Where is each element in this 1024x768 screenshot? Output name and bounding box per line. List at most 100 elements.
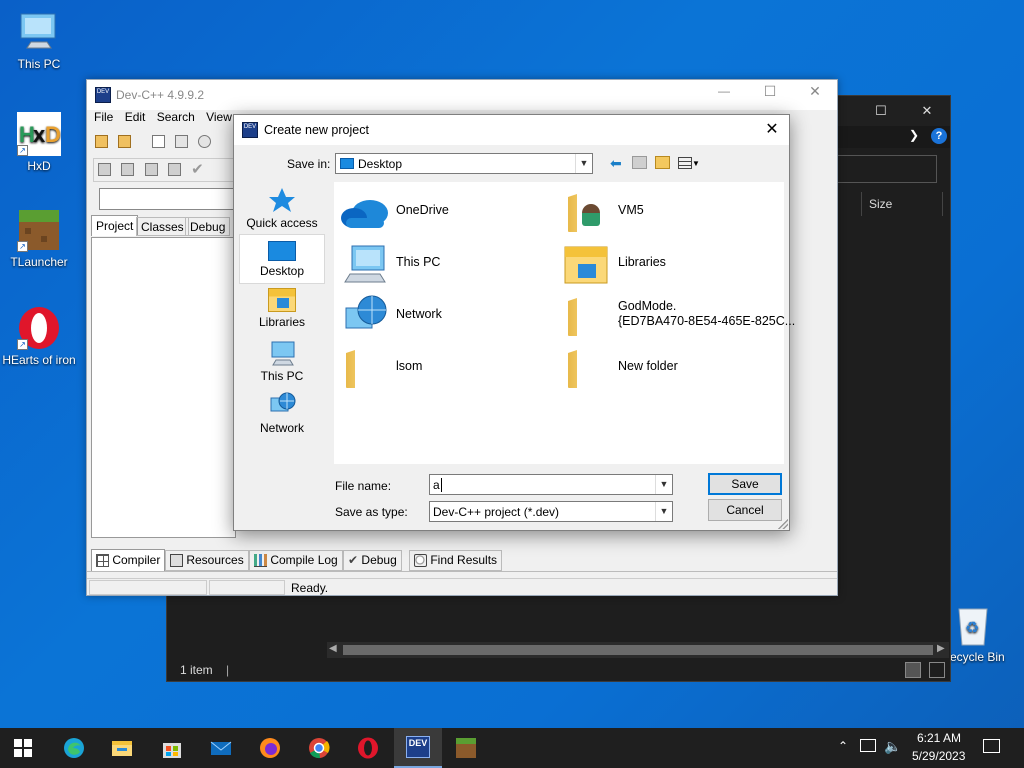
save-in-combo[interactable]: Desktop ▼ xyxy=(335,153,593,174)
tab-compile-log[interactable]: Compile Log xyxy=(249,550,343,571)
menu-view[interactable]: View xyxy=(206,110,232,124)
chevron-down-icon[interactable]: ▼ xyxy=(655,475,672,494)
back-arrow-icon[interactable]: ⬅ xyxy=(610,155,622,172)
desktop-icon-hearts-of-iron[interactable]: ↗ HEarts of iron xyxy=(1,306,77,367)
tab-label: Find Results xyxy=(430,553,498,567)
taskbar-store[interactable] xyxy=(148,728,196,768)
clock-time[interactable]: 6:21 AM xyxy=(917,731,961,745)
volume-muted-icon[interactable]: 🔈 xyxy=(884,738,901,755)
details-view-icon[interactable] xyxy=(905,662,921,678)
file-list[interactable]: OneDrive VM5 This PC Libraries Network G… xyxy=(334,182,795,464)
explorer-close-button[interactable]: ✕ xyxy=(904,96,950,126)
taskbar-firefox[interactable] xyxy=(246,728,294,768)
tiles-view-icon[interactable] xyxy=(929,662,945,678)
explorer-maximize-button[interactable]: ☐ xyxy=(858,96,904,126)
taskbar-chrome[interactable] xyxy=(295,728,343,768)
menu-file[interactable]: File xyxy=(94,110,113,124)
file-item-godmode[interactable]: GodMode. {ED7BA470-8E54-465E-825C... xyxy=(560,292,795,340)
menu-search[interactable]: Search xyxy=(157,110,195,124)
check-icon[interactable]: ✔ xyxy=(187,159,207,179)
menu-edit[interactable]: Edit xyxy=(125,110,146,124)
maximize-button[interactable]: ☐ xyxy=(755,83,785,100)
file-item-new-folder[interactable]: New folder xyxy=(560,344,780,392)
user-avatar-icon xyxy=(582,204,600,226)
tab-debug-bottom[interactable]: ✔ Debug xyxy=(343,550,402,571)
chevron-down-icon[interactable]: ▼ xyxy=(575,154,592,173)
start-button[interactable] xyxy=(0,728,48,768)
dialog-close-button[interactable]: ✕ xyxy=(760,119,784,139)
devcpp-class-combo[interactable] xyxy=(99,188,239,210)
tab-compiler[interactable]: Compiler xyxy=(91,549,166,571)
svg-text:♻: ♻ xyxy=(965,620,979,637)
find-icon xyxy=(414,554,427,568)
taskbar-edge[interactable] xyxy=(50,728,98,768)
file-item-this-pc[interactable]: This PC xyxy=(338,240,558,288)
places-network[interactable]: Network xyxy=(239,392,325,442)
desktop-icon-tlauncher[interactable]: ↗ TLauncher xyxy=(1,208,77,269)
tab-debug[interactable]: Debug xyxy=(185,217,231,236)
chevron-down-icon[interactable]: ❯ xyxy=(909,128,919,142)
desktop-icon-hxd[interactable]: HxD ↗ HxD xyxy=(1,112,77,173)
check-icon: ✔ xyxy=(348,553,359,567)
file-item-libraries[interactable]: Libraries xyxy=(560,240,780,288)
save-icon[interactable] xyxy=(171,131,191,151)
stop-icon[interactable] xyxy=(141,159,161,179)
tab-classes[interactable]: Classes xyxy=(136,217,189,236)
grid-icon[interactable] xyxy=(94,159,114,179)
gear-icon[interactable] xyxy=(194,131,214,151)
open-file-icon[interactable] xyxy=(114,131,134,151)
file-item-label: Libraries xyxy=(618,255,666,269)
file-item-network[interactable]: Network xyxy=(338,292,558,340)
taskbar-tlauncher[interactable] xyxy=(442,728,490,768)
file-item-label: This PC xyxy=(396,255,441,269)
devcpp-title: Dev-C++ 4.9.9.2 xyxy=(116,88,205,102)
taskbar-file-explorer[interactable] xyxy=(98,728,146,768)
chevron-down-icon[interactable]: ▼ xyxy=(655,502,672,521)
project-tree-panel[interactable] xyxy=(91,237,236,538)
taskbar-devcpp[interactable]: DEV xyxy=(394,728,442,768)
up-folder-icon[interactable] xyxy=(632,156,647,169)
new-folder-icon[interactable] xyxy=(655,156,670,169)
places-quick-access[interactable]: Quick access xyxy=(239,185,325,235)
resize-grip-icon[interactable] xyxy=(778,519,788,529)
taskbar-opera[interactable] xyxy=(344,728,392,768)
tab-project[interactable]: Project xyxy=(91,215,139,236)
open-project-icon[interactable] xyxy=(91,131,111,151)
tab-find-results[interactable]: Find Results xyxy=(409,550,503,571)
tab-resources[interactable]: Resources xyxy=(165,550,249,571)
column-header-size[interactable]: Size xyxy=(861,192,943,216)
chevron-up-icon[interactable]: ⌃ xyxy=(838,739,848,753)
taskbar: DEV ⌃ 🔈 6:21 AM 5/29/2023 xyxy=(0,728,1024,768)
desktop-icon-this-pc[interactable]: This PC xyxy=(1,10,77,71)
scroll-left-icon[interactable]: ◀ xyxy=(329,643,337,654)
places-this-pc[interactable]: This PC xyxy=(239,340,325,390)
horizontal-scrollbar[interactable]: ◀ ▶ xyxy=(327,642,949,658)
tab-label: Resources xyxy=(186,553,244,567)
help-icon[interactable]: ? xyxy=(931,128,947,144)
clock-date[interactable]: 5/29/2023 xyxy=(912,749,965,763)
cancel-button[interactable]: Cancel xyxy=(708,499,782,521)
view-menu-icon[interactable]: ▼ xyxy=(678,155,704,169)
close-button[interactable]: ✕ xyxy=(800,83,830,100)
this-pc-icon xyxy=(17,10,61,54)
save-button[interactable]: Save xyxy=(708,473,782,495)
file-item-lsom[interactable]: lsom xyxy=(338,344,558,392)
folder-icon xyxy=(346,350,355,388)
places-desktop[interactable]: Desktop xyxy=(239,234,325,284)
file-item-vm5[interactable]: VM5 xyxy=(560,188,780,236)
taskbar-mail[interactable] xyxy=(197,728,245,768)
save-as-type-select[interactable]: Dev-C++ project (*.dev) ▼ xyxy=(429,501,673,522)
tile2-icon[interactable] xyxy=(164,159,184,179)
minimize-button[interactable]: — xyxy=(709,84,739,98)
new-file-icon[interactable] xyxy=(148,131,168,151)
file-name-input[interactable]: a ▼ xyxy=(429,474,673,495)
places-libraries[interactable]: Libraries xyxy=(239,288,325,338)
network-status-icon[interactable] xyxy=(860,739,876,752)
this-pc-icon xyxy=(271,341,295,366)
notification-icon[interactable] xyxy=(983,739,1000,753)
tile-icon[interactable] xyxy=(117,159,137,179)
windows-logo-icon xyxy=(14,739,32,757)
file-item-onedrive[interactable]: OneDrive xyxy=(338,188,558,236)
scrollbar-thumb[interactable] xyxy=(343,645,933,655)
scroll-right-icon[interactable]: ▶ xyxy=(937,643,945,654)
